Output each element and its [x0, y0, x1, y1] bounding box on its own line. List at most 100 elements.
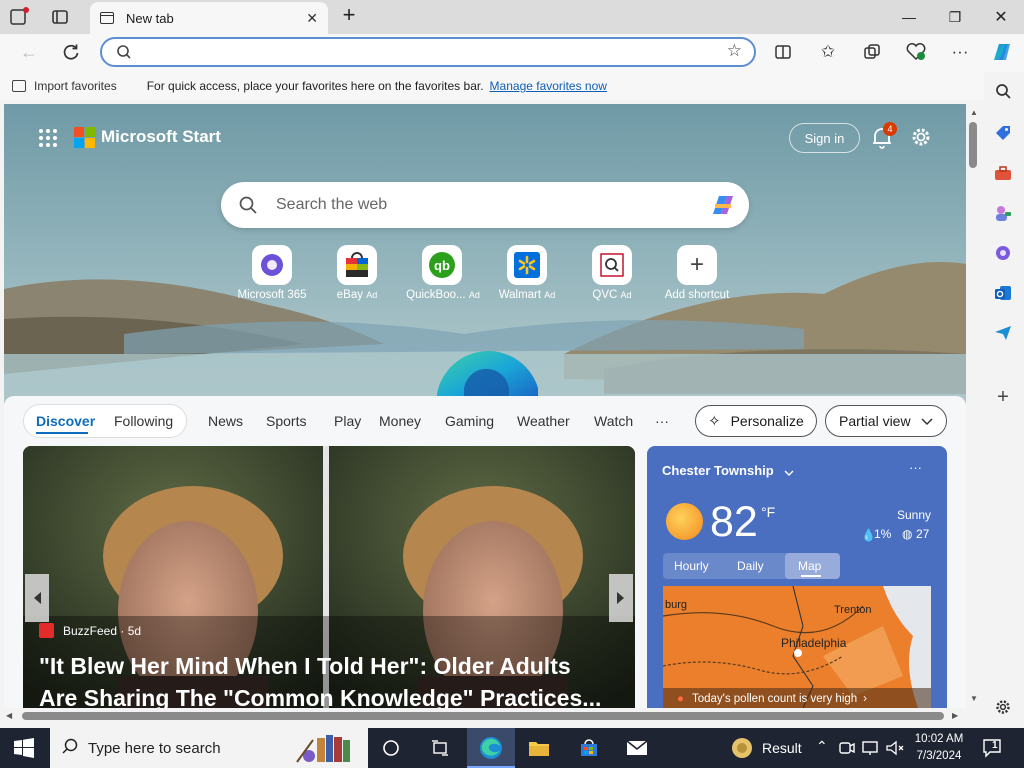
- chevron-down-icon: [921, 413, 933, 429]
- refresh-icon[interactable]: [56, 38, 86, 66]
- minimize-button[interactable]: —: [886, 0, 932, 34]
- qvc-logo-icon: [600, 253, 624, 277]
- personalize-button[interactable]: ✧ Personalize: [695, 405, 817, 437]
- favorites-icon[interactable]: ✩: [813, 38, 843, 66]
- app-launcher-icon[interactable]: [38, 128, 58, 148]
- page-settings-gear-icon[interactable]: [910, 126, 932, 148]
- weather-more-options-icon[interactable]: ···: [909, 460, 922, 475]
- shopping-tag-icon[interactable]: [992, 122, 1014, 144]
- outlook-icon[interactable]: [992, 282, 1014, 304]
- meet-now-icon[interactable]: [838, 739, 856, 757]
- shortcut-walmart[interactable]: [507, 245, 547, 285]
- tools-icon[interactable]: [992, 162, 1014, 184]
- task-view-icon[interactable]: [374, 734, 408, 762]
- weather-result-icon[interactable]: [731, 737, 753, 759]
- back-arrow-icon[interactable]: ←: [14, 38, 44, 66]
- manage-favorites-link[interactable]: Manage favorites now: [490, 79, 607, 93]
- tab-gaming[interactable]: Gaming: [445, 413, 494, 429]
- tab-watch[interactable]: Watch: [594, 413, 633, 429]
- maximize-button[interactable]: ❐: [932, 0, 978, 34]
- copilot-icon[interactable]: [988, 38, 1016, 66]
- tab-play[interactable]: Play: [334, 413, 361, 429]
- sign-in-button[interactable]: Sign in: [789, 123, 860, 153]
- shortcut-ebay[interactable]: [337, 245, 377, 285]
- file-explorer-icon[interactable]: [522, 734, 556, 762]
- ad-badge: Ad: [544, 290, 556, 300]
- drop-send-icon[interactable]: [992, 322, 1014, 344]
- profile-avatar-icon[interactable]: [8, 6, 30, 28]
- workspaces-icon[interactable]: [50, 8, 70, 26]
- shortcut-qvc[interactable]: [592, 245, 632, 285]
- new-tab-button[interactable]: +: [338, 4, 360, 28]
- tab-new-tab[interactable]: New tab ✕: [90, 2, 328, 34]
- show-hidden-icons-chevron-up-icon[interactable]: ⌃: [816, 738, 828, 755]
- web-search-box[interactable]: Search the web: [221, 182, 749, 228]
- volume-muted-icon[interactable]: [885, 739, 905, 757]
- buzzfeed-logo-icon: [39, 623, 54, 638]
- sidebar-search-icon[interactable]: [992, 80, 1014, 102]
- new-tab-page: Microsoft Start Sign in 4 Search the web…: [4, 104, 966, 708]
- add-sidebar-app-icon[interactable]: +: [992, 386, 1014, 408]
- scroll-down-arrow-icon[interactable]: ▼: [970, 694, 978, 703]
- vertical-scrollbar[interactable]: ▲ ▼: [966, 104, 980, 708]
- close-window-button[interactable]: ✕: [978, 0, 1024, 34]
- import-favorites-button[interactable]: Import favorites: [12, 79, 117, 93]
- mail-icon[interactable]: [620, 734, 654, 762]
- chevron-left-icon: [34, 592, 41, 604]
- weather-unit[interactable]: °F: [761, 504, 775, 520]
- shortcut-quickbooks[interactable]: qb: [422, 245, 462, 285]
- microsoft-logo-icon: [74, 127, 96, 149]
- weather-tab-hourly[interactable]: Hourly: [674, 559, 709, 573]
- windows-start-icon[interactable]: [14, 738, 34, 758]
- favorite-star-icon[interactable]: ☆: [727, 41, 742, 61]
- tab-money[interactable]: Money: [379, 413, 421, 429]
- horizontal-scrollbar[interactable]: ◀ ▶: [4, 708, 966, 724]
- taskbar-search-box[interactable]: Type here to search: [50, 728, 368, 768]
- copilot-search-icon[interactable]: [709, 192, 737, 223]
- weather-tab-daily[interactable]: Daily: [737, 559, 764, 573]
- tab-news[interactable]: News: [208, 413, 243, 429]
- tab-following[interactable]: Following: [114, 413, 173, 429]
- taskbar-clock[interactable]: 10:02 AM 7/3/2024: [912, 731, 966, 765]
- web-search-placeholder[interactable]: Search the web: [276, 196, 387, 214]
- address-bar[interactable]: ☆: [100, 37, 756, 67]
- browser-essentials-icon[interactable]: [901, 38, 931, 66]
- tab-close-button[interactable]: ✕: [306, 10, 318, 27]
- horizontal-scroll-thumb[interactable]: [22, 712, 944, 720]
- weather-map[interactable]: burg Trenton Philadelphia ● Today's poll…: [663, 586, 931, 708]
- weather-tab-map[interactable]: Map: [798, 559, 821, 573]
- widgets-icon[interactable]: [423, 734, 457, 762]
- games-icon[interactable]: [992, 202, 1014, 224]
- hero-headline[interactable]: "It Blew Her Mind When I Told Her": Olde…: [39, 650, 629, 708]
- brand-title[interactable]: Microsoft Start: [101, 127, 221, 147]
- scroll-right-arrow-icon[interactable]: ▶: [952, 711, 958, 720]
- weather-precip: 1%: [874, 527, 892, 541]
- network-icon[interactable]: [861, 739, 879, 757]
- location-chevron-down-icon[interactable]: [784, 464, 794, 482]
- microsoft-store-icon[interactable]: [572, 734, 606, 762]
- weather-location[interactable]: Chester Township: [662, 463, 774, 478]
- tab-weather[interactable]: Weather: [517, 413, 570, 429]
- taskbar-result-label[interactable]: Result: [762, 740, 802, 756]
- shortcut-microsoft-365[interactable]: [252, 245, 292, 285]
- more-tabs-button[interactable]: ···: [655, 413, 669, 429]
- scroll-left-arrow-icon[interactable]: ◀: [6, 711, 12, 720]
- scroll-up-arrow-icon[interactable]: ▲: [970, 108, 978, 117]
- hero-news-card[interactable]: BuzzFeed · 5d "It Blew Her Mind When I T…: [23, 446, 635, 708]
- tab-discover[interactable]: Discover: [36, 413, 95, 429]
- microsoft-365-icon[interactable]: [992, 242, 1014, 264]
- pollen-warning-icon: ●: [677, 693, 684, 705]
- pollen-alert[interactable]: ● Today's pollen count is very high ›: [663, 688, 931, 708]
- taskbar-edge-button[interactable]: [467, 728, 515, 768]
- view-mode-dropdown[interactable]: Partial view: [825, 405, 947, 437]
- add-shortcut-button[interactable]: +: [677, 245, 717, 285]
- collections-icon[interactable]: [857, 38, 887, 66]
- carousel-prev-button[interactable]: [25, 574, 49, 622]
- carousel-next-button[interactable]: [609, 574, 633, 622]
- sidebar-settings-icon[interactable]: [992, 696, 1014, 718]
- vertical-scroll-thumb[interactable]: [969, 122, 977, 168]
- tab-sports[interactable]: Sports: [266, 413, 306, 429]
- settings-more-icon[interactable]: ···: [945, 38, 975, 66]
- weather-card[interactable]: Chester Township ··· 82 °F Sunny 💧 1% ◍ …: [647, 446, 947, 708]
- split-screen-icon[interactable]: [768, 38, 798, 66]
